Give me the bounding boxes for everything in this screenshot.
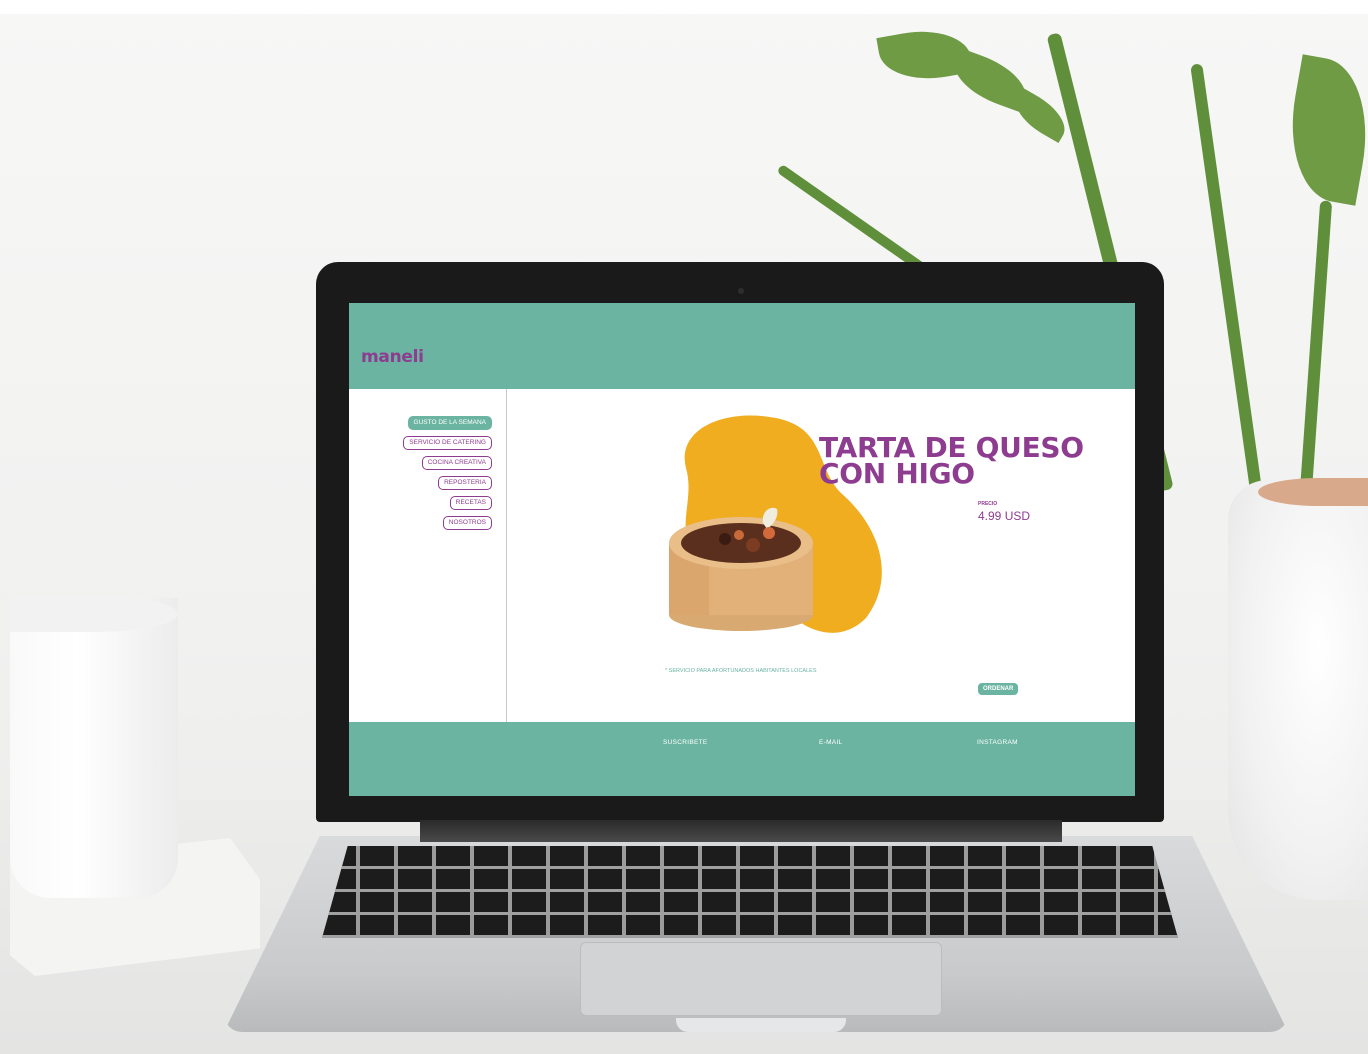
site-header: maneli	[349, 303, 1135, 389]
laptop-screen: maneli GUSTO DE LA SEMANA SERVICIO DE CA…	[349, 303, 1135, 796]
nav-item-recetas[interactable]: RECETAS	[449, 496, 492, 510]
laptop-lip	[676, 1018, 846, 1032]
tart-image	[669, 507, 813, 631]
plant-leaf	[1278, 54, 1368, 206]
order-button[interactable]: ORDENAR	[978, 683, 1019, 695]
footer-link-instagram[interactable]: INSTAGRAM	[977, 739, 1018, 746]
trackpad	[580, 942, 942, 1016]
nav-item-nosotros[interactable]: NOSOTROS	[442, 516, 492, 530]
price-value: 4.99 USD	[978, 509, 1031, 523]
nav-item-gusto-de-la-semana[interactable]: GUSTO DE LA SEMANA	[407, 416, 492, 430]
price-label: PRECIO	[978, 501, 998, 507]
product-title: TARTA DE QUESO CON HIGO	[819, 434, 1119, 490]
pot-rim	[1258, 478, 1368, 506]
sidebar-nav: GUSTO DE LA SEMANA SERVICIO DE CATERING …	[403, 416, 492, 530]
nav-item-reposteria[interactable]: REPOSTERIA	[438, 476, 492, 490]
webcam	[738, 288, 744, 294]
plant-pot	[1228, 480, 1368, 900]
keyboard-rows	[322, 846, 1178, 938]
footer-link-suscribete[interactable]: SUSCRIBETE	[663, 739, 708, 746]
white-cup	[10, 598, 178, 898]
sidebar: GUSTO DE LA SEMANA SERVICIO DE CATERING …	[349, 389, 507, 722]
site-footer: SUSCRIBETE E-MAIL INSTAGRAM	[349, 722, 1135, 796]
plant-stem	[1190, 63, 1262, 491]
footer-link-email[interactable]: E-MAIL	[819, 739, 842, 746]
footnote: * SERVICIO PARA AFORTUNADOS HABITANTES L…	[665, 668, 817, 674]
product-title-line-2: CON HIGO	[819, 457, 975, 490]
nav-item-servicio-de-catering[interactable]: SERVICIO DE CATERING	[403, 436, 492, 450]
wall	[0, 0, 1368, 14]
laptop-hinge	[420, 820, 1062, 842]
site-logo[interactable]: maneli	[361, 347, 424, 367]
plant-stem	[1300, 200, 1333, 491]
cup-rim	[10, 596, 178, 632]
nav-item-cocina-creativa[interactable]: COCINA CREATIVA	[421, 456, 492, 470]
